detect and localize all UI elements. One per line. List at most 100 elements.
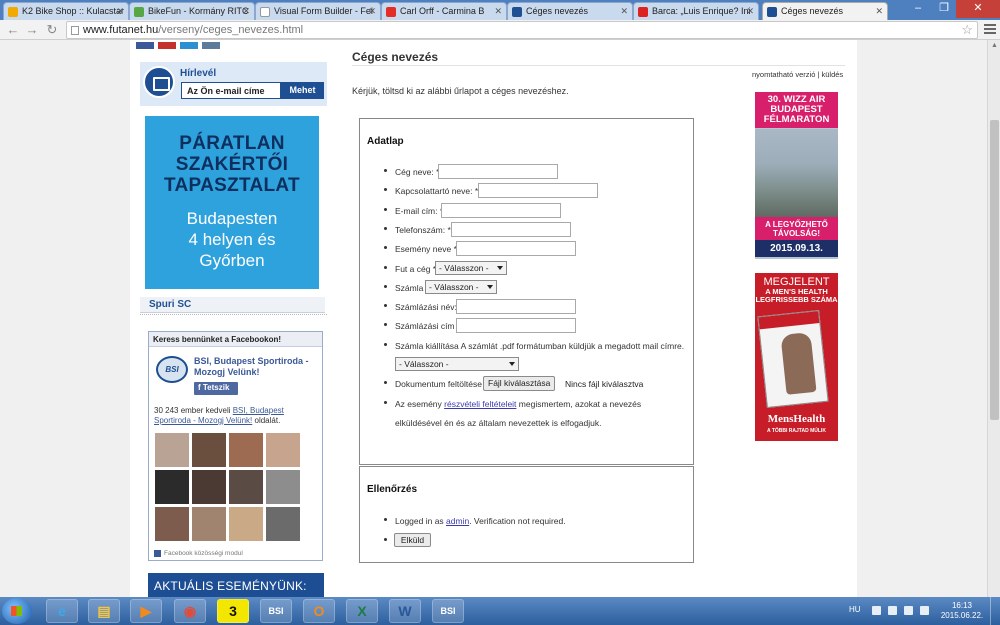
- fan-avatar[interactable]: [155, 507, 189, 541]
- back-arrow-icon[interactable]: ←: [5, 22, 21, 38]
- terms-link[interactable]: részvételi feltételeit: [444, 399, 516, 409]
- terms-text-line2: elküldésével én és az általam nevezettek…: [395, 418, 602, 428]
- tab-close-icon[interactable]: ✕: [368, 6, 376, 17]
- browser-tab-active[interactable]: Céges nevezés ✕: [762, 2, 888, 20]
- chrome-icon[interactable]: ◉: [174, 599, 206, 623]
- tab-close-icon[interactable]: ✕: [494, 6, 502, 17]
- contact-name-input[interactable]: [478, 183, 598, 198]
- minimize-icon[interactable]: –: [905, 0, 931, 18]
- file-explorer-icon[interactable]: ▤: [88, 599, 120, 623]
- ad-body: Budapesten 4 helyen és Győrben: [186, 209, 278, 270]
- start-button-icon[interactable]: [2, 598, 32, 624]
- page-scrollbar[interactable]: ▲: [987, 40, 1000, 597]
- fan-avatar[interactable]: [155, 433, 189, 467]
- invoice-label: Számla: [395, 283, 424, 293]
- run-company-select[interactable]: - Válasszon -: [435, 261, 507, 275]
- show-desktop-button[interactable]: [990, 597, 1000, 625]
- address-bar[interactable]: www.futanet.hu/verseny/ceges_nevezes.htm…: [66, 21, 978, 39]
- billing-address-input[interactable]: [456, 318, 576, 333]
- browser-tab[interactable]: K2 Bike Shop :: Kulacstar ✕: [3, 2, 129, 20]
- page-title: Céges nevezés: [352, 50, 439, 64]
- tray-volume-icon[interactable]: [920, 606, 929, 615]
- send-link[interactable]: küldés: [822, 70, 844, 79]
- half-marathon-ad[interactable]: 30. WIZZ AIR BUDAPEST FÉLMARATON A LEGYŐ…: [755, 92, 838, 259]
- word-icon[interactable]: W: [389, 599, 421, 623]
- newsletter-submit-button[interactable]: Mehet: [281, 82, 324, 99]
- fan-avatar[interactable]: [229, 507, 263, 541]
- ie-icon[interactable]: e: [46, 599, 78, 623]
- taskbar-app-3-icon[interactable]: 3: [217, 599, 249, 623]
- browser-tab[interactable]: BikeFun - Kormány RITC ✕: [129, 2, 255, 20]
- event-name-input[interactable]: [456, 241, 576, 256]
- favicon-icon: [638, 7, 648, 17]
- current-event-banner[interactable]: AKTUÁLIS ESEMÉNYÜNK:: [148, 573, 324, 597]
- bsi-logo[interactable]: BSI: [156, 356, 188, 383]
- system-clock[interactable]: 16:13 2015.06.22.: [940, 601, 984, 621]
- media-player-icon[interactable]: ▶: [130, 599, 162, 623]
- chevron-down-icon: [497, 266, 503, 270]
- chevron-down-icon: [487, 285, 493, 289]
- browser-tab[interactable]: Visual Form Builder - Fel ✕: [255, 2, 381, 20]
- window-close-icon[interactable]: ✕: [956, 0, 1000, 18]
- forward-arrow-icon[interactable]: →: [24, 22, 40, 38]
- input-language-indicator[interactable]: HU: [849, 605, 861, 614]
- social-icon[interactable]: [202, 42, 220, 49]
- browser-tab[interactable]: Carl Orff - Carmina B ✕: [381, 2, 507, 20]
- bsi-app-icon[interactable]: BSI: [260, 599, 292, 623]
- maximize-icon[interactable]: ❐: [931, 0, 957, 18]
- browser-tab[interactable]: Barca: „Luis Enrique? Ini ✕: [633, 2, 759, 20]
- company-name-input[interactable]: [438, 164, 558, 179]
- file-status: Nincs fájl kiválasztva: [565, 379, 644, 389]
- terms-text: Az esemény részvételi feltételeit megism…: [395, 399, 642, 409]
- fan-avatar[interactable]: [266, 507, 300, 541]
- tray-network-icon[interactable]: [888, 606, 897, 615]
- fan-avatar[interactable]: [229, 433, 263, 467]
- email-input[interactable]: [441, 203, 561, 218]
- billing-name-input[interactable]: [456, 299, 576, 314]
- tray-device-icon[interactable]: [904, 606, 913, 615]
- section-title-spuri[interactable]: Spuri SC: [140, 297, 325, 313]
- mag-ad-subtitle: A MEN'S HEALTH LEGFRISSEBB SZÁMA: [755, 287, 838, 304]
- social-icon[interactable]: [180, 42, 198, 49]
- fan-avatar[interactable]: [266, 470, 300, 504]
- fan-avatar[interactable]: [192, 433, 226, 467]
- tab-close-icon[interactable]: ✕: [620, 6, 628, 17]
- browser-menu-icon[interactable]: [984, 24, 996, 36]
- bookmark-star-icon[interactable]: ☆: [961, 22, 973, 38]
- fan-avatar[interactable]: [192, 470, 226, 504]
- chevron-down-icon: [509, 362, 515, 366]
- fan-avatar[interactable]: [229, 470, 263, 504]
- tab-close-icon[interactable]: ✕: [875, 6, 883, 17]
- scrollbar-thumb[interactable]: [990, 120, 999, 420]
- facebook-page-name[interactable]: BSI, Budapest Sportiroda - Mozogj Velünk…: [194, 356, 319, 378]
- tab-close-icon[interactable]: ✕: [746, 6, 754, 17]
- fan-avatar[interactable]: [266, 433, 300, 467]
- newsletter-email-input[interactable]: Az Ön e-mail címe: [181, 82, 281, 99]
- mens-health-ad[interactable]: MEGJELENT A MEN'S HEALTH LEGFRISSEBB SZÁ…: [755, 273, 838, 441]
- reload-icon[interactable]: ↻: [44, 22, 60, 38]
- billing-address-label: Számlázási cím: [395, 321, 455, 331]
- invoice-select[interactable]: - Válasszon -: [425, 280, 497, 294]
- contact-name-label: Kapcsolattartó neve: *: [395, 186, 479, 196]
- facebook-like-button[interactable]: f Tetszik: [194, 382, 238, 395]
- fan-avatar[interactable]: [155, 470, 189, 504]
- tab-close-icon[interactable]: ✕: [242, 6, 250, 17]
- scroll-up-icon[interactable]: ▲: [991, 42, 998, 49]
- social-icon[interactable]: [158, 42, 176, 49]
- phone-input[interactable]: [451, 222, 571, 237]
- bsi-app-icon[interactable]: BSI: [432, 599, 464, 623]
- tab-close-icon[interactable]: ✕: [116, 6, 124, 17]
- excel-icon[interactable]: X: [346, 599, 378, 623]
- print-version-link[interactable]: nyomtatható verzió: [752, 70, 815, 79]
- invoice-issue-select[interactable]: - Válasszon -: [395, 357, 519, 371]
- browser-tab[interactable]: Céges nevezés ✕: [507, 2, 633, 20]
- divider: [352, 65, 845, 66]
- submit-button[interactable]: Elküld: [394, 533, 431, 547]
- tray-flag-icon[interactable]: [872, 606, 881, 615]
- fan-avatar[interactable]: [192, 507, 226, 541]
- expert-ad-banner[interactable]: PÁRATLAN SZAKÉRTŐI TAPASZTALAT Budapeste…: [145, 116, 319, 289]
- choose-file-button[interactable]: Fájl kiválasztása: [483, 376, 556, 391]
- outlook-icon[interactable]: O: [303, 599, 335, 623]
- admin-user-link[interactable]: admin: [446, 516, 469, 526]
- social-icon[interactable]: [136, 42, 154, 49]
